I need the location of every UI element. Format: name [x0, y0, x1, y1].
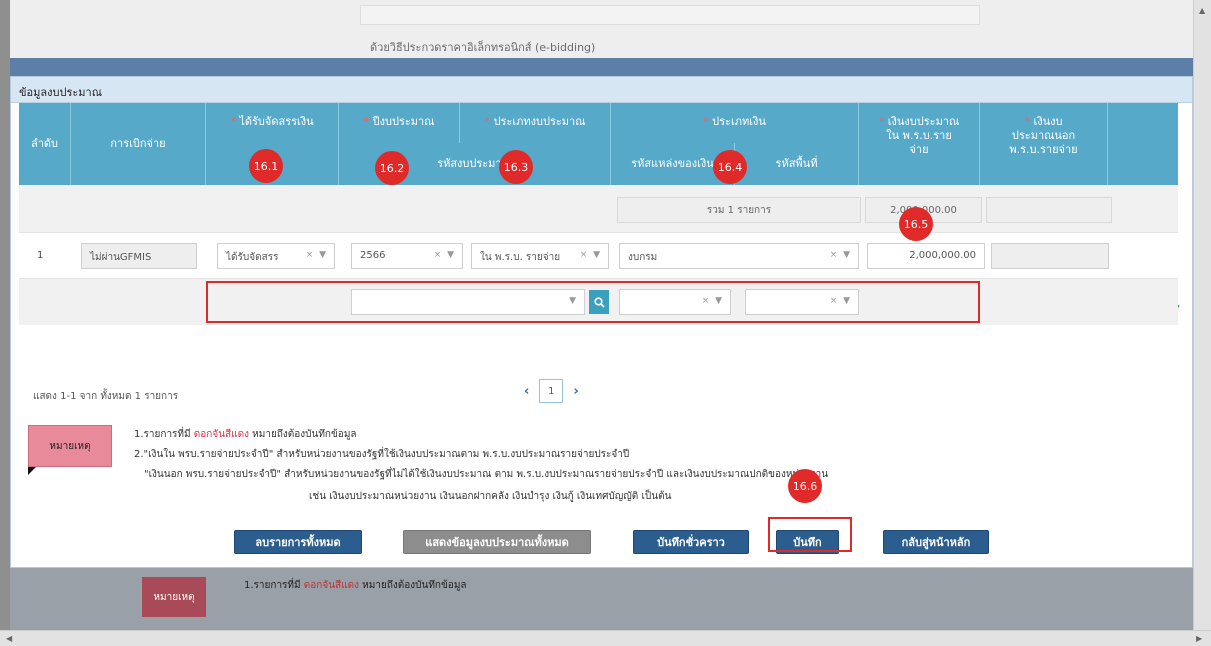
money-type-select-controls[interactable]: × ▼ — [830, 250, 850, 260]
callout-16-1: 16.1 — [249, 149, 283, 183]
chevron-down-icon[interactable]: ▼ — [319, 250, 326, 260]
note1-red: ดอกจันสีแดง — [193, 429, 249, 440]
bg-note-suffix: หมายถึงต้องบันทึกข้อมูล — [358, 580, 467, 591]
disbursement-field: ไม่ผ่านGFMIS — [81, 243, 197, 269]
required-mark: * — [363, 115, 370, 128]
callout-16-5: 16.5 — [899, 207, 933, 241]
clear-icon[interactable]: × — [830, 250, 838, 260]
clear-icon[interactable]: × — [434, 250, 442, 260]
money-type-value: งบกรม — [628, 252, 658, 263]
prev-page-button[interactable]: ‹ — [524, 384, 529, 399]
col-header-seq: ลำดับ — [19, 103, 71, 185]
header-disbursement-label: การเบิกจ่าย — [110, 137, 166, 150]
allocation-select-controls[interactable]: × ▼ — [306, 250, 326, 260]
budget-year-select[interactable]: 2566 × ▼ — [351, 243, 463, 269]
note-line-4: เช่น เงินงบประมาณหน่วยงาน เงินนอกฝากคลัง… — [309, 491, 672, 502]
header-area-code-label: รหัสพื้นที่ — [775, 157, 818, 170]
scroll-right-icon[interactable]: ▶ — [1196, 634, 1202, 643]
pagination-info: แสดง 1-1 จาก ทั้งหมด 1 รายการ — [33, 391, 179, 402]
note-badge: หมายเหตุ — [28, 425, 112, 467]
money-type-select[interactable]: งบกรม × ▼ — [619, 243, 859, 269]
header-money-type-label: ประเภทเงิน — [712, 115, 766, 128]
back-home-button[interactable]: กลับสู่หน้าหลัก — [883, 530, 989, 554]
highlight-save-box — [768, 517, 852, 552]
background-note-text: 1.รายการที่มี ดอกจันสีแดง หมายถึงต้องบัน… — [244, 578, 467, 593]
pagination: ‹ 1 › — [524, 379, 579, 403]
summary-count: รวม 1 รายการ — [617, 197, 861, 223]
budget-amount-input[interactable]: 2,000,000.00 — [867, 243, 985, 269]
note-line-1: 1.รายการที่มี ดอกจันสีแดง หมายถึงต้องบัน… — [134, 427, 357, 442]
background-text-field — [360, 5, 980, 25]
chevron-down-icon[interactable]: ▼ — [593, 250, 600, 260]
save-draft-button[interactable]: บันทึกชั่วคราว — [633, 530, 749, 554]
header-budget-out-act-label: เงินงบประมาณนอก พ.ร.บ.รายจ่าย — [1009, 115, 1078, 156]
callout-16-3: 16.3 — [499, 150, 533, 184]
header-budget-in-act-label: เงินงบประมาณใน พ.ร.บ.รายจ่าย — [886, 115, 960, 156]
allocation-select[interactable]: ได้รับจัดสรร × ▼ — [217, 243, 335, 269]
required-mark: * — [703, 115, 709, 128]
col-header-disbursement: การเบิกจ่าย — [71, 103, 206, 185]
budget-year-select-controls[interactable]: × ▼ — [434, 250, 454, 260]
chevron-down-icon[interactable]: ▼ — [447, 250, 454, 260]
note1-prefix: 1.รายการที่มี — [134, 429, 194, 440]
header-budget-year-label: ปีงบประมาณ — [372, 115, 435, 128]
required-mark: * — [230, 115, 236, 128]
table-row: 1 ไม่ผ่านGFMIS ได้รับจัดสรร × ▼ 2566 × ▼ ใ… — [19, 233, 1178, 279]
required-mark: * — [1024, 115, 1030, 128]
summary-row: รวม 1 รายการ 2,000,000.00 — [19, 185, 1178, 233]
budget-type-value: ใน พ.ร.บ. รายจ่าย — [480, 252, 561, 263]
allocation-value: ได้รับจัดสรร — [226, 252, 279, 263]
col-header-actions — [1108, 103, 1178, 185]
required-mark: * — [484, 115, 491, 128]
summary-out-amount — [986, 197, 1112, 223]
clear-icon[interactable]: × — [306, 250, 314, 260]
callout-16-2: 16.2 — [375, 151, 409, 185]
callout-16-6: 16.6 — [788, 469, 822, 503]
delete-all-button[interactable]: ลบรายการทั้งหมด — [234, 530, 362, 554]
note-line-2: 2."เงินใน พรบ.รายจ่ายประจำปี" สำหรับหน่ว… — [134, 449, 630, 460]
budget-out-amount-input — [991, 243, 1109, 269]
callout-16-4: 16.4 — [713, 150, 747, 184]
horizontal-scrollbar[interactable]: ◀ ▶ — [0, 630, 1211, 646]
procurement-method-text: ด้วยวิธีประกวดราคาอิเล็กทรอนิกส์ (e-bidd… — [370, 41, 596, 54]
header-seq-label: ลำดับ — [30, 137, 59, 150]
scroll-left-icon[interactable]: ◀ — [6, 634, 12, 643]
vertical-scrollbar[interactable]: ▲ — [1193, 0, 1211, 630]
header-source-code-label: รหัสแหล่งของเงิน — [631, 157, 714, 170]
note1-suffix: หมายถึงต้องบันทึกข้อมูล — [248, 429, 357, 440]
col-header-money-type: * ประเภทเงิน — [611, 103, 859, 143]
row-seq: 1 — [37, 250, 44, 261]
scroll-up-icon[interactable]: ▲ — [1199, 6, 1205, 15]
note-badge-tail — [28, 467, 36, 475]
budget-type-select[interactable]: ใน พ.ร.บ. รายจ่าย × ▼ — [471, 243, 609, 269]
bg-note-red: ดอกจันสีแดง — [303, 580, 359, 591]
col-header-area-code: รหัสพื้นที่ — [735, 143, 859, 185]
col-header-budget-in-act: * เงินงบประมาณใน พ.ร.บ.รายจ่าย — [859, 103, 980, 185]
background-note-badge: หมายเหตุ — [142, 577, 206, 617]
required-mark: * — [878, 115, 885, 128]
budget-type-select-controls[interactable]: × ▼ — [580, 250, 600, 260]
next-page-button[interactable]: › — [573, 384, 578, 399]
col-header-budget-out-act: * เงินงบประมาณนอก พ.ร.บ.รายจ่าย — [980, 103, 1108, 185]
highlight-row-box — [206, 281, 980, 323]
modal-title: ข้อมูลงบประมาณ — [11, 77, 1192, 103]
header-allocation-label: ได้รับจัดสรรเงิน — [239, 115, 314, 128]
show-all-budget-button[interactable]: แสดงข้อมูลงบประมาณทั้งหมด — [403, 530, 591, 554]
budget-year-value: 2566 — [360, 250, 386, 261]
background-header-band — [10, 58, 1193, 76]
clear-icon[interactable]: × — [580, 250, 588, 260]
note-line-3: "เงินนอก พรบ.รายจ่ายประจำปี" สำหรับหน่วย… — [144, 469, 829, 480]
col-header-budget-year: * ปีงบประมาณ — [339, 103, 460, 143]
header-budget-type-label: ประเภทงบประมาณ — [493, 115, 586, 128]
page-1-button[interactable]: 1 — [539, 379, 564, 403]
chevron-down-icon[interactable]: ▼ — [843, 250, 850, 260]
col-header-budget-type: * ประเภทงบประมาณ — [460, 103, 611, 143]
bg-note-prefix: 1.รายการที่มี — [244, 580, 304, 591]
